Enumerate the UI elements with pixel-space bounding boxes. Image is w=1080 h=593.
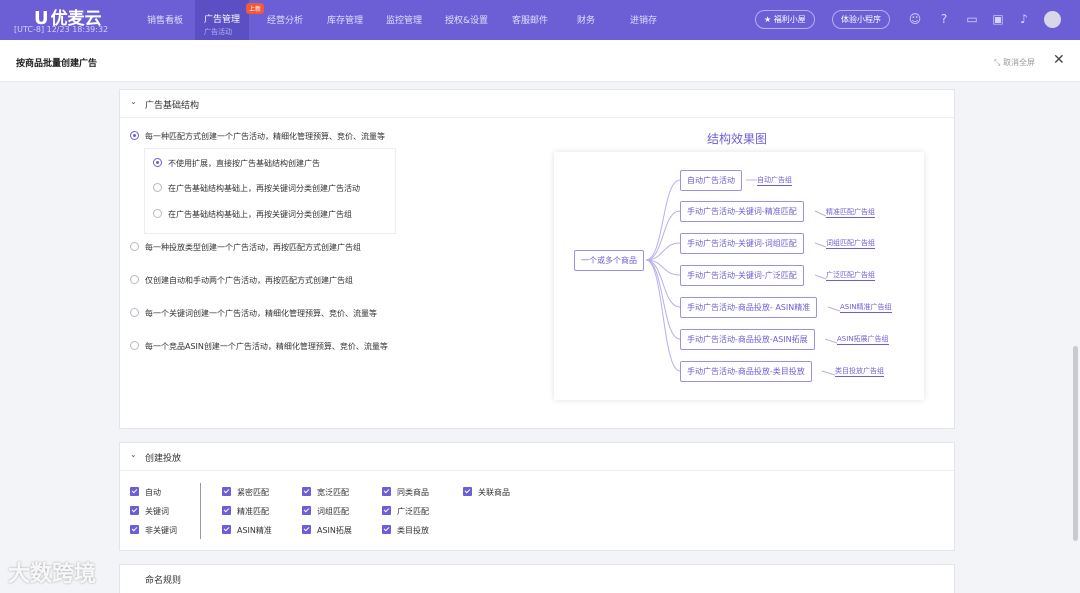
checkbox-checked[interactable] xyxy=(222,487,231,496)
diagram-title: 结构效果图 xyxy=(707,132,768,146)
diagram-group-label: 自动广告组 xyxy=(757,176,792,186)
modal-title: 按商品批量创建广告 xyxy=(16,59,98,69)
checkbox-checked[interactable] xyxy=(130,506,139,515)
checkbox-checked[interactable] xyxy=(302,487,311,496)
structure-option-2[interactable]: 每一种投放类型创建一个广告活动，再按匹配方式创建广告组 xyxy=(130,242,361,253)
top-nav: U 优麦云 [UTC-8] 12/23 18:39:32 销售看板 广告管理 广告… xyxy=(0,0,1080,40)
checkbox-keyword[interactable]: 关键词 xyxy=(130,506,169,517)
gift-icon: ★ xyxy=(764,15,774,24)
bell-icon[interactable]: ♪ xyxy=(1017,12,1031,26)
nav-sub-label: 广告活动 xyxy=(204,28,232,36)
miniapp-button[interactable]: 体验小程序 xyxy=(832,10,890,29)
divider xyxy=(200,483,201,539)
checkbox-checked[interactable] xyxy=(382,525,391,534)
diagram-group-label: 类目投放广告组 xyxy=(835,367,884,377)
diagram-campaign-node: 自动广告活动 xyxy=(680,170,742,191)
structure-option-3[interactable]: 仅创建自动和手动两个广告活动，再按匹配方式创建广告组 xyxy=(130,275,353,286)
checkbox-checked[interactable] xyxy=(130,487,139,496)
chevron-down-icon: ⌄ xyxy=(130,450,137,459)
checkbox-checked[interactable] xyxy=(302,525,311,534)
radio-button[interactable] xyxy=(130,275,139,284)
new-badge: 上新 xyxy=(246,3,265,14)
scrollbar[interactable] xyxy=(1073,346,1078,541)
structure-option-4[interactable]: 每一个关键词创建一个广告活动，精细化管理预算、竞价、流量等 xyxy=(130,308,377,319)
nav-item-purchase[interactable]: 进销存 xyxy=(630,13,657,26)
checkbox-checked[interactable] xyxy=(302,506,311,515)
watermark: 大数跨境 xyxy=(8,562,97,587)
structure-panel-header[interactable]: ⌄ 广告基础结构 xyxy=(120,90,954,118)
checkbox-phrase[interactable]: 词组匹配 xyxy=(302,506,349,517)
modal-header: 按商品批量创建广告 ⤡ 取消全屏 ✕ xyxy=(0,40,1080,82)
exit-fullscreen-button[interactable]: ⤡ 取消全屏 xyxy=(994,57,1035,68)
extension-option-2[interactable]: 在广告基础结构基础上，再按关键词分类创建广告活动 xyxy=(153,183,360,194)
nav-item-finance[interactable]: 财务 xyxy=(577,13,595,26)
radio-button[interactable] xyxy=(153,209,162,218)
diagram-campaign-node: 手动广告活动-关键词-词组匹配 xyxy=(680,233,804,254)
nav-item-sales[interactable]: 销售看板 xyxy=(147,13,183,26)
radio-button[interactable] xyxy=(130,341,139,350)
checkbox-broad[interactable]: 广泛匹配 xyxy=(382,506,429,517)
diagram-group-label: 词组匹配广告组 xyxy=(826,239,875,249)
checkbox-checked[interactable] xyxy=(463,487,472,496)
radio-button[interactable] xyxy=(130,131,139,140)
structure-panel: ⌄ 广告基础结构 每一种匹配方式创建一个广告活动，精细化管理预算、竞价、流量等 … xyxy=(119,89,955,429)
diagram-campaign-node: 手动广告活动-商品投放-类目投放 xyxy=(680,361,812,382)
diagram-campaign-node: 手动广告活动-关键词-精准匹配 xyxy=(680,201,804,222)
naming-panel-header[interactable]: 命名规则 xyxy=(120,565,954,593)
checkbox-loose-match[interactable]: 宽泛匹配 xyxy=(302,487,349,498)
radio-button[interactable] xyxy=(153,183,162,192)
checkbox-checked[interactable] xyxy=(382,506,391,515)
diagram-group-label: 精准匹配广告组 xyxy=(826,208,875,218)
diagram-group-label: 广泛匹配广告组 xyxy=(826,271,875,281)
chevron-down-icon: ⌄ xyxy=(130,97,137,106)
checkbox-checked[interactable] xyxy=(222,506,231,515)
checkbox-non-keyword[interactable]: 非关键词 xyxy=(130,525,177,536)
nav-item-monitor[interactable]: 监控管理 xyxy=(386,13,422,26)
diagram-campaign-node: 手动广告活动-商品投放-ASIN拓展 xyxy=(680,329,815,350)
structure-option-1[interactable]: 每一种匹配方式创建一个广告活动，精细化管理预算、竞价、流量等 xyxy=(130,131,385,142)
naming-panel: 命名规则 xyxy=(119,564,955,593)
checkbox-asin-exact[interactable]: ASIN精准 xyxy=(222,525,272,536)
checkbox-asin-expanded[interactable]: ASIN拓展 xyxy=(302,525,352,536)
structure-option-5[interactable]: 每一个竞品ASIN创建一个广告活动，精细化管理预算、竞价、流量等 xyxy=(130,341,388,352)
checkbox-close-match[interactable]: 紧密匹配 xyxy=(222,487,269,498)
timezone-clock: [UTC-8] 12/23 18:39:32 xyxy=(14,25,109,34)
checkbox-exact[interactable]: 精准匹配 xyxy=(222,506,269,517)
avatar[interactable] xyxy=(1044,11,1061,28)
targeting-panel-header[interactable]: ⌄ 创建投放 xyxy=(120,443,954,471)
fullscreen-icon: ⤡ xyxy=(994,58,1003,67)
radio-button[interactable] xyxy=(153,158,162,167)
checkbox-auto[interactable]: 自动 xyxy=(130,487,161,498)
radio-button[interactable] xyxy=(130,242,139,251)
close-icon[interactable]: ✕ xyxy=(1053,52,1065,68)
radio-button[interactable] xyxy=(130,308,139,317)
extension-option-3[interactable]: 在广告基础结构基础上，再按关键词分类创建广告组 xyxy=(153,209,352,220)
checkbox-category[interactable]: 类目投放 xyxy=(382,525,429,536)
user-group-icon[interactable]: ☺ xyxy=(908,12,922,26)
nav-item-inventory[interactable]: 库存管理 xyxy=(327,13,363,26)
diagram-group-label: ASIN精准广告组 xyxy=(840,303,892,313)
diagram-campaign-node: 手动广告活动-商品投放- ASIN精准 xyxy=(680,297,818,318)
checkbox-checked[interactable] xyxy=(130,525,139,534)
cart-icon[interactable]: ▣ xyxy=(991,12,1005,26)
nav-item-mail[interactable]: 客服邮件 xyxy=(512,13,548,26)
help-icon[interactable]: ? xyxy=(937,12,951,26)
checkbox-checked[interactable] xyxy=(382,487,391,496)
diagram-root-node: 一个或多个商品 xyxy=(574,250,644,271)
message-icon[interactable]: ▭ xyxy=(965,12,979,26)
welfare-button[interactable]: ★ 福利小屋 xyxy=(755,10,815,29)
structure-diagram: 一个或多个商品 自动广告活动 自动广告组 手动广告活动-关键词-精准匹配 精准匹… xyxy=(554,152,924,400)
diagram-campaign-node: 手动广告活动-关键词-广泛匹配 xyxy=(680,265,804,286)
nav-item-settings[interactable]: 授权&设置 xyxy=(445,13,488,26)
extension-option-1[interactable]: 不使用扩展，直接按广告基础结构创建广告 xyxy=(153,158,320,169)
checkbox-complements[interactable]: 关联商品 xyxy=(463,487,510,498)
diagram-group-label: ASIN拓展广告组 xyxy=(837,335,889,345)
checkbox-substitutes[interactable]: 同类商品 xyxy=(382,487,429,498)
nav-item-ads[interactable]: 广告管理 广告活动 xyxy=(195,0,250,40)
nav-item-analysis[interactable]: 经营分析 xyxy=(267,13,303,26)
targeting-panel: ⌄ 创建投放 自动 关键词 非关键词 紧密匹配 宽泛匹配 同类商品 关联商品 精… xyxy=(119,442,955,551)
checkbox-checked[interactable] xyxy=(222,525,231,534)
